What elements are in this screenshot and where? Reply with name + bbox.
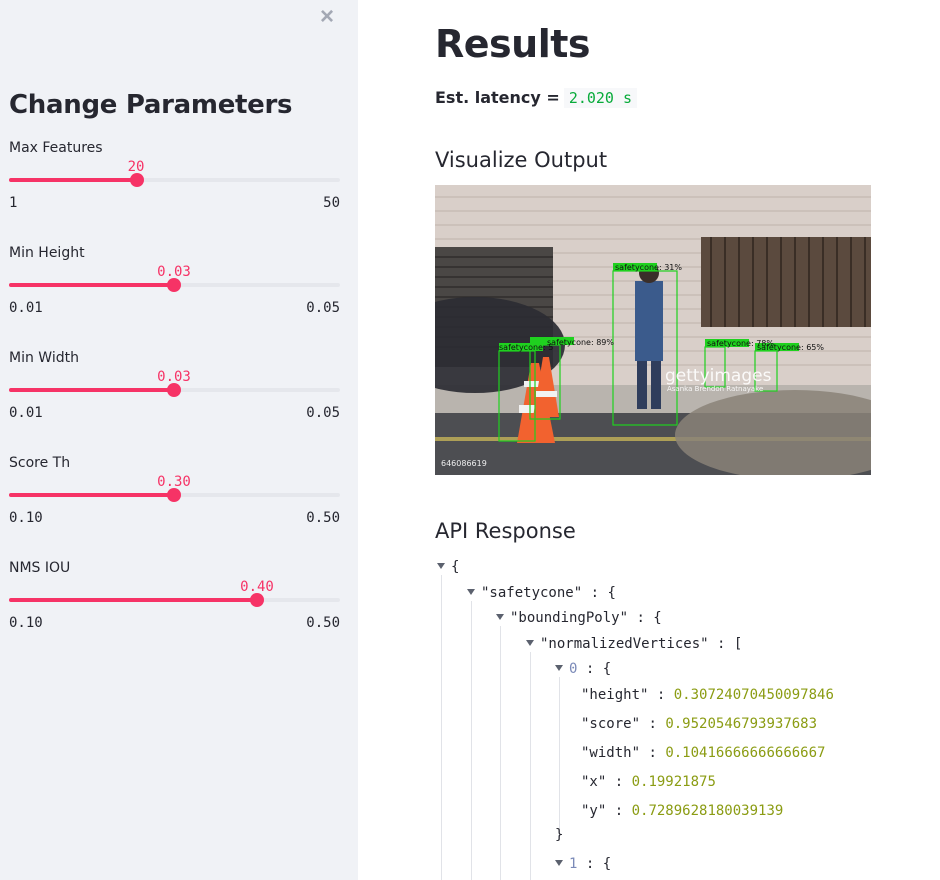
slider-thumb[interactable]	[167, 488, 181, 502]
detection-label: safetycone: 31%	[615, 263, 682, 272]
slider-thumb[interactable]	[167, 278, 181, 292]
slider-fill	[9, 598, 257, 602]
slider-score-th: Score Th 0.30 0.10 0.50	[0, 455, 358, 555]
json-node-safetycone[interactable]: "safetycone" : {	[467, 581, 616, 605]
slider-min: 0.10	[9, 615, 43, 631]
slider-label: Min Height	[9, 245, 85, 261]
slider-label: NMS IOU	[9, 560, 71, 576]
latency-line: Est. latency = 2.020 s	[435, 88, 638, 108]
json-node-index-0[interactable]: 0 : {	[555, 657, 611, 681]
visualize-heading: Visualize Output	[435, 148, 608, 172]
sidebar-title: Change Parameters	[9, 90, 293, 120]
slider-max: 0.50	[306, 510, 340, 526]
slider-min: 0.01	[9, 300, 43, 316]
slider-max-features: Max Features 20 1 50	[0, 140, 358, 240]
main-content: Results Est. latency = 2.020 s Visualize …	[358, 0, 940, 880]
slider-max: 50	[323, 195, 340, 211]
detection-label: safetycone: 65%	[757, 343, 824, 352]
json-field: "score" : 0.9520546793937683	[581, 716, 818, 732]
slider-track[interactable]	[9, 383, 340, 397]
json-node-index-1[interactable]: 1 : {	[555, 852, 611, 876]
detection-label: safetycone: 89%	[547, 338, 614, 347]
image-id: 646086619	[441, 459, 487, 468]
page-title: Results	[435, 22, 591, 66]
collapse-triangle-icon[interactable]	[555, 860, 563, 866]
slider-fill	[9, 283, 174, 287]
slider-track[interactable]	[9, 278, 340, 292]
json-node-boundingpoly[interactable]: "boundingPoly" : {	[496, 606, 662, 630]
slider-label: Min Width	[9, 350, 79, 366]
tree-guide	[530, 652, 531, 880]
collapse-triangle-icon[interactable]	[555, 665, 563, 671]
tree-guide	[471, 601, 472, 880]
api-response-heading: API Response	[435, 519, 576, 543]
slider-thumb[interactable]	[250, 593, 264, 607]
json-close-brace: }	[555, 827, 564, 843]
json-field: "x" : 0.19921875	[581, 774, 716, 790]
collapse-triangle-icon[interactable]	[467, 589, 475, 595]
slider-fill	[9, 493, 174, 497]
collapse-triangle-icon[interactable]	[437, 563, 445, 569]
slider-fill	[9, 388, 174, 392]
slider-thumb[interactable]	[130, 173, 144, 187]
slider-label: Score Th	[9, 455, 71, 471]
watermark-logo: gettyimages	[665, 366, 772, 386]
latency-label: Est. latency =	[435, 88, 560, 107]
slider-max: 0.05	[306, 300, 340, 316]
json-field: "width" : 0.10416666666666667	[581, 745, 826, 761]
json-node-normalizedvertices[interactable]: "normalizedVertices" : [	[526, 632, 742, 656]
watermark-credit: Asanka Brendon Ratnayake	[667, 385, 763, 393]
sidebar: × Change Parameters Max Features 20 1 50…	[0, 0, 358, 880]
tree-guide	[441, 575, 442, 880]
slider-track[interactable]	[9, 173, 340, 187]
slider-min: 1	[9, 195, 18, 211]
collapse-triangle-icon[interactable]	[496, 614, 504, 620]
output-image: safetycone: 89% safetycone: 5 safetycone…	[435, 185, 871, 475]
slider-min: 0.01	[9, 405, 43, 421]
slider-min-width: Min Width 0.03 0.01 0.05	[0, 350, 358, 450]
slider-nms-iou: NMS IOU 0.40 0.10 0.50	[0, 560, 358, 660]
json-root[interactable]: {	[437, 555, 459, 579]
slider-max: 0.50	[306, 615, 340, 631]
slider-label: Max Features	[9, 140, 103, 156]
slider-thumb[interactable]	[167, 383, 181, 397]
slider-track[interactable]	[9, 593, 340, 607]
json-field: "y" : 0.7289628180039139	[581, 803, 784, 819]
detection-label: safetycone: 5	[499, 343, 553, 352]
latency-value: 2.020 s	[563, 88, 638, 108]
slider-track[interactable]	[9, 488, 340, 502]
tree-guide	[500, 626, 501, 880]
slider-max: 0.05	[306, 405, 340, 421]
slider-min-height: Min Height 0.03 0.01 0.05	[0, 245, 358, 345]
json-field: "height" : 0.30724070450097846	[581, 687, 834, 703]
close-icon[interactable]: ×	[316, 5, 338, 29]
collapse-triangle-icon[interactable]	[526, 640, 534, 646]
slider-min: 0.10	[9, 510, 43, 526]
slider-fill	[9, 178, 137, 182]
tree-guide	[559, 677, 560, 837]
